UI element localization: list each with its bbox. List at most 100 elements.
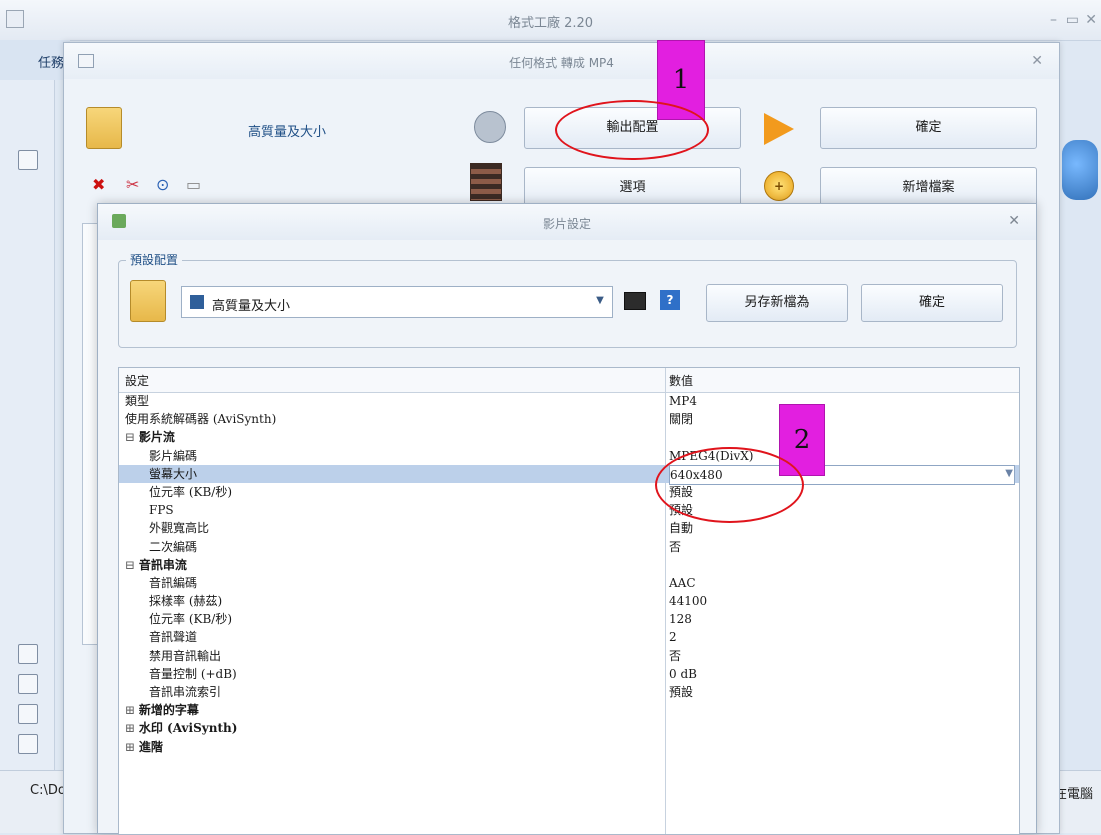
grid-row[interactable]: 使用系統解碼器 (AviSynth) 關閉 [119,410,1019,428]
grid-header: 設定 數值 [119,368,1019,393]
grid-row[interactable]: 外觀寬高比 自動 [119,519,1019,537]
grid-row[interactable]: 禁用音訊輸出 否 [119,647,1019,665]
setting-name: 影片編碼 [149,448,198,463]
setting-value[interactable]: 2 [669,628,677,646]
setting-value[interactable]: MP4 [669,392,697,410]
grid-row[interactable]: 位元率 (KB/秒) 預設 [119,483,1019,501]
setting-name: 使用系統解碼器 (AviSynth) [125,412,277,427]
grid-row[interactable]: 採樣率 (赫茲) 44100 [119,592,1019,610]
grid-row[interactable]: 音量控制 (+dB) 0 dB [119,665,1019,683]
setting-name: 進階 [125,738,163,756]
setting-value[interactable]: 0 dB [669,665,697,683]
grid-row[interactable]: 位元率 (KB/秒) 128 [119,610,1019,628]
preset-select[interactable]: 高質量及大小 ▼ [181,286,613,318]
dialog2-title: 影片設定 [542,217,591,231]
info-icon[interactable]: ▭ [186,175,201,194]
preset-thumbnail-icon [130,280,166,322]
grid-group-row[interactable]: 進階 [119,738,1019,756]
annotation-oval-2 [655,447,804,523]
setting-value[interactable]: 自動 [669,519,693,537]
setting-name: 音訊串流索引 [149,685,222,699]
task-menu[interactable]: 任務 [0,40,70,80]
chevron-down-icon[interactable]: ▼ [590,290,610,312]
preset-save-icon [190,295,204,309]
save-as-button[interactable]: 另存新檔為 [706,284,848,322]
grid-group-row[interactable]: 音訊串流 [119,556,1019,574]
maximize-icon[interactable]: ▭ [1066,12,1079,28]
dialog1-title: 任何格式 轉成 MP4 [509,56,614,70]
current-profile-label: 高質量及大小 [248,125,327,140]
setting-name: 音訊串流 [125,556,187,574]
dialog2-close-icon[interactable]: ✕ [1008,213,1020,229]
grid-row[interactable]: 影片編碼 MPEG4(DivX) [119,447,1019,465]
grid-row[interactable]: 音訊串流索引 預設 [119,683,1019,701]
preset-select-value: 高質量及大小 [212,299,291,314]
setting-value[interactable]: 預設 [669,683,693,701]
video-settings-dialog: 影片設定 ✕ 預設配置 高質量及大小 ▼ ? 另存新檔為 確定 設定 數值 類型… [97,203,1037,835]
close-icon[interactable]: ✕ [1085,12,1097,28]
console-icon[interactable] [624,292,646,310]
minimize-icon[interactable]: – [1050,12,1057,28]
grid-group-row[interactable]: 水印 (AviSynth) [119,719,1019,737]
setting-name: 採樣率 (赫茲) [149,594,223,609]
setting-name: 螢幕大小 [149,466,198,481]
setting-value[interactable]: 128 [669,610,692,628]
arrow-right-icon [764,113,794,145]
left-sidebar [0,80,55,770]
setting-name: 類型 [125,394,150,408]
header-setting: 設定 [125,374,150,388]
image-icon[interactable] [18,674,38,694]
setting-name: 音量控制 (+dB) [149,666,237,681]
setting-value[interactable]: 否 [669,538,681,556]
film-strip-icon [470,163,502,201]
main-title-bar: 格式工廠 2.20 – ▭ ✕ [0,0,1101,41]
settings-grid[interactable]: 設定 數值 類型 MP4 使用系統解碼器 (AviSynth) 關閉影片流影片編碼MP… [118,367,1020,835]
grid-row[interactable]: FPS 預設 [119,501,1019,519]
grid-row[interactable]: 二次編碼 否 [119,538,1019,556]
setting-value[interactable]: 關閉 [669,410,693,428]
setting-name: 影片流 [125,428,175,446]
setting-name: 位元率 (KB/秒) [149,484,233,499]
annotation-oval-1 [555,100,709,160]
setting-name: FPS [149,503,174,518]
setting-name: 禁用音訊輸出 [149,648,222,663]
dialog1-title-bar: 任何格式 轉成 MP4 ✕ [64,43,1059,79]
grid-row[interactable]: 音訊編碼 AAC [119,574,1019,592]
grid-group-row[interactable]: 新增的字幕 [119,701,1019,719]
add-file-icon: + [764,171,794,201]
setting-name: 新增的字幕 [125,701,199,719]
grid-row[interactable]: 音訊聲道 2 [119,628,1019,646]
preset-group-label: 預設配置 [126,251,183,268]
setting-name: 水印 (AviSynth) [125,719,238,737]
profile-thumbnail-icon [86,107,122,149]
clear-icon[interactable]: ✂ [126,175,139,194]
value-dropdown-icon[interactable]: ▼ [1005,465,1013,483]
setting-value[interactable]: AAC [669,574,696,592]
delete-icon[interactable]: ✖ [92,175,105,194]
dialog1-close-icon[interactable]: ✕ [1031,53,1043,69]
tools-icon[interactable] [18,734,38,754]
setting-name: 外觀寬高比 [149,521,210,536]
disc-icon[interactable] [18,704,38,724]
setting-name: 二次編碼 [149,539,198,554]
output-config-icon [474,111,506,143]
grid-row[interactable]: 螢幕大小 640x480 ▼ [119,464,1019,485]
help-icon[interactable]: ? [660,290,680,310]
dialog2-title-bar: 影片設定 ✕ [98,204,1036,240]
setting-name: 音訊聲道 [149,630,198,645]
setting-name: 音訊編碼 [149,575,198,590]
settings-ok-button[interactable]: 確定 [861,284,1003,322]
main-window-title: 格式工廠 2.20 [507,16,594,31]
audio-icon[interactable] [18,644,38,664]
list-icon[interactable] [18,150,38,170]
grid-group-row[interactable]: 影片流 [119,428,1019,446]
play-icon[interactable]: ⊙ [156,175,169,194]
setting-value[interactable]: 否 [669,647,681,665]
globe-icon [1062,140,1098,200]
task-menu-label: 任務 [38,56,65,71]
header-value: 數值 [669,374,694,388]
ok-button[interactable]: 確定 [820,107,1037,149]
setting-value[interactable]: 44100 [669,592,707,610]
grid-row[interactable]: 類型 MP4 [119,392,1019,410]
setting-name: 位元率 (KB/秒) [149,612,233,627]
